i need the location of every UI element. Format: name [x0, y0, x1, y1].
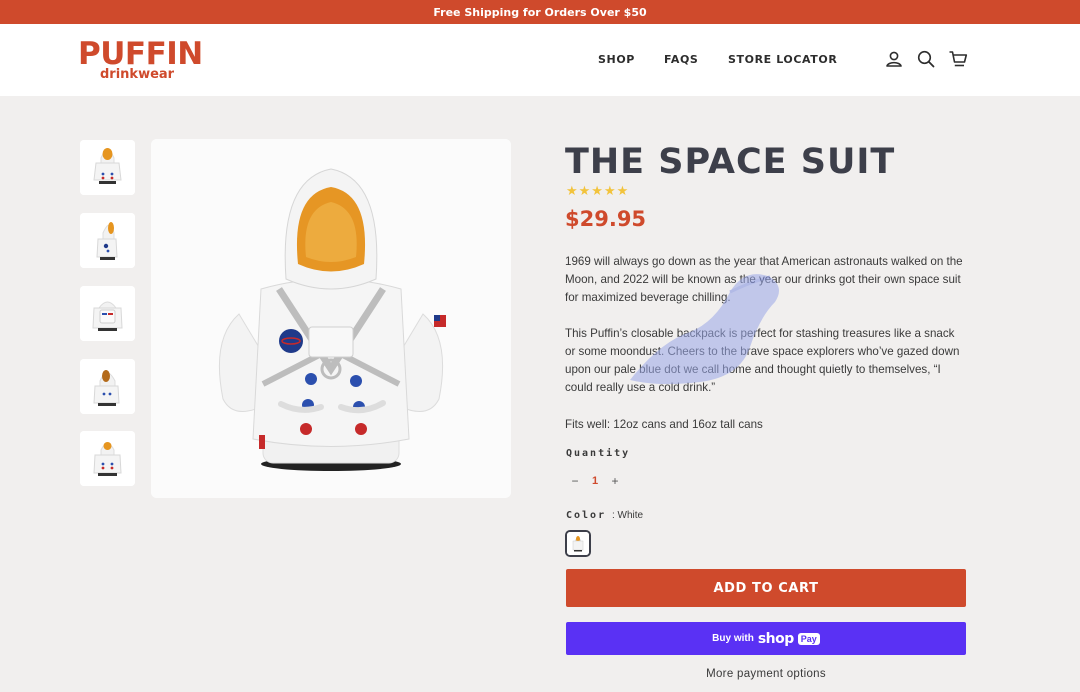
color-label: Color — [566, 510, 607, 521]
search-icon[interactable] — [916, 49, 936, 69]
quantity-value[interactable]: 1 — [584, 475, 606, 487]
quantity-label: Quantity — [566, 448, 631, 459]
nav-shop[interactable]: SHOP — [598, 53, 635, 67]
product-price: $29.95 — [565, 207, 647, 231]
shop-pay-button[interactable]: Buy with shop Pay — [566, 622, 966, 655]
puffin-logo[interactable]: PUFFIN drinkwear — [78, 38, 203, 84]
color-swatch-white[interactable] — [565, 530, 591, 557]
rating-stars[interactable]: ★★★★★ — [566, 184, 629, 199]
shop-pay-logo-pay: Pay — [797, 632, 820, 645]
logo-subtitle: drinkwear — [100, 67, 175, 82]
more-payment-options-link[interactable]: More payment options — [566, 668, 966, 680]
shop-pay-logo-shop: shop — [757, 630, 794, 647]
product-description-paragraph-2: This Puffin’s closable backpack is perfe… — [565, 327, 960, 394]
announcement-bar: Free Shipping for Orders Over $50 — [0, 0, 1080, 24]
cart-icon[interactable] — [948, 49, 968, 69]
product-description-paragraph-1: 1969 will always go down as the year tha… — [565, 255, 963, 304]
nav-faqs[interactable]: FAQS — [664, 53, 698, 67]
thumbnail-side[interactable] — [80, 213, 135, 268]
quantity-stepper: − 1 + — [566, 468, 624, 494]
logo-wordmark: PUFFIN — [78, 36, 203, 72]
announcement-text: Free Shipping for Orders Over $50 — [433, 5, 647, 19]
account-icon[interactable] — [884, 49, 904, 69]
product-main-image[interactable] — [151, 139, 511, 498]
color-selected-value: : White — [612, 510, 644, 521]
product-title: THE SPACE SUIT — [565, 142, 896, 182]
site-header: PUFFIN drinkwear SHOP FAQS STORE LOCATOR — [0, 24, 1080, 96]
shop-pay-buy-with-label: Buy with — [712, 633, 754, 644]
thumbnail-back[interactable] — [80, 286, 135, 341]
product-fit-note: Fits well: 12oz cans and 16oz tall cans — [565, 418, 763, 431]
nav-store-locator[interactable]: STORE LOCATOR — [728, 53, 837, 67]
quantity-decrease-button[interactable]: − — [566, 474, 584, 488]
thumbnail-hood[interactable] — [80, 431, 135, 486]
thumbnail-angle[interactable] — [80, 359, 135, 414]
quantity-increase-button[interactable]: + — [606, 474, 624, 488]
thumbnail-front[interactable] — [80, 140, 135, 195]
add-to-cart-button[interactable]: ADD TO CART — [566, 569, 966, 607]
